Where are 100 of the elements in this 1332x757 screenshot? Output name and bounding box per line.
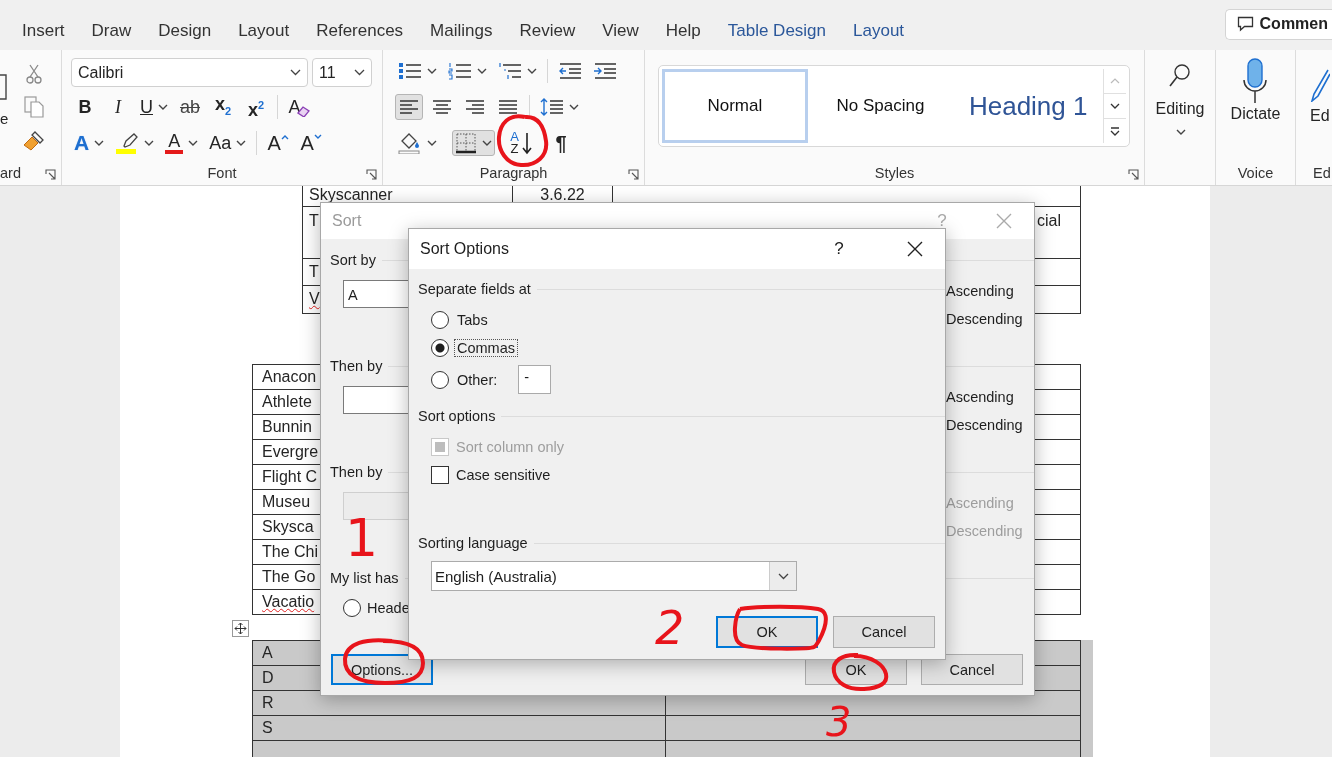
ribbon-tab[interactable]: View xyxy=(602,18,639,44)
radio-button[interactable] xyxy=(431,370,449,389)
editing-button[interactable]: Editing xyxy=(1155,50,1205,135)
cancel-button[interactable]: Cancel xyxy=(921,654,1023,685)
change-case-button[interactable]: Aa xyxy=(206,130,250,156)
table-cell: V xyxy=(309,289,320,307)
ok-button[interactable]: OK xyxy=(716,616,818,648)
cancel-button[interactable]: Cancel xyxy=(833,616,935,648)
comment-icon xyxy=(1236,16,1254,32)
ribbon-tab[interactable]: Layout xyxy=(238,18,290,44)
ribbon-tab[interactable]: Design xyxy=(158,18,212,44)
table-cell: T xyxy=(309,211,319,229)
move-handle-icon[interactable] xyxy=(232,619,249,637)
caret-icon xyxy=(427,68,437,74)
shrink-font-button[interactable]: A xyxy=(297,130,326,156)
search-icon xyxy=(1168,63,1192,89)
launcher-icon[interactable] xyxy=(45,169,56,180)
radio-button[interactable] xyxy=(431,339,449,357)
subscript-button[interactable]: x$_{2}$ xyxy=(209,94,237,120)
checkbox-label[interactable]: Case sensitive xyxy=(456,467,551,483)
up-caret-icon xyxy=(1110,78,1120,84)
table-cell: 3.6.22 xyxy=(540,186,585,203)
paste-label[interactable]: e xyxy=(0,110,9,127)
down-caret-icon xyxy=(1110,103,1120,109)
dialog-title: Sort Options xyxy=(420,240,509,258)
align-left-button[interactable] xyxy=(395,94,423,120)
bold-button[interactable]: B xyxy=(71,94,99,120)
underline-button[interactable]: U xyxy=(137,94,171,120)
grow-font-button[interactable]: A xyxy=(264,130,293,156)
ascending-option[interactable]: Ascending xyxy=(946,282,1034,300)
expand-icon xyxy=(1110,126,1120,136)
style-item[interactable]: Normal xyxy=(662,69,808,143)
caret-icon xyxy=(236,140,247,146)
other-separator-field[interactable]: - xyxy=(518,365,552,394)
descending-option[interactable]: Descending xyxy=(946,416,1034,434)
caret-icon xyxy=(1176,129,1186,135)
ribbon-tab[interactable]: Mailings xyxy=(430,18,493,44)
checkbox[interactable] xyxy=(431,466,449,484)
table-cell: Anacon xyxy=(262,367,317,385)
ribbon-tab[interactable]: Review xyxy=(519,18,576,44)
annotation-number: 2 xyxy=(655,605,685,651)
radio-label[interactable]: Other: xyxy=(454,370,501,389)
language-dropdown[interactable]: English (Australia) xyxy=(431,561,797,591)
table-cell: Bunnin xyxy=(262,417,312,435)
sort-button[interactable]: A Z xyxy=(507,130,535,156)
launcher-icon[interactable] xyxy=(628,169,639,180)
microphone-icon xyxy=(1241,58,1270,104)
table-cell: Evergre xyxy=(262,442,319,460)
superscript-button[interactable]: x$^{2}$ xyxy=(242,94,270,120)
font-color-button[interactable]: A xyxy=(162,130,202,156)
close-icon xyxy=(996,213,1012,229)
clear-formatting-button[interactable]: A xyxy=(285,94,313,120)
table-cell: T xyxy=(309,262,319,280)
caret-icon xyxy=(158,104,168,110)
style-item[interactable]: Heading 1 xyxy=(953,69,1104,143)
table-cell: Skysca xyxy=(262,517,314,535)
radio-label[interactable]: Tabs xyxy=(454,311,491,329)
format-painter-icon[interactable] xyxy=(23,130,45,152)
ribbon-tab[interactable]: Table Design xyxy=(727,18,826,44)
caret-icon xyxy=(569,104,579,110)
ribbon-tab[interactable]: Insert xyxy=(22,18,65,44)
italic-button[interactable]: I xyxy=(104,94,132,120)
borders-button[interactable] xyxy=(452,130,495,156)
justify-icon xyxy=(498,99,518,115)
style-item[interactable]: No Spacing xyxy=(807,69,954,143)
font-name-field[interactable]: Calibri xyxy=(71,58,308,87)
descending-option[interactable]: Descending xyxy=(946,310,1034,328)
editor-button[interactable]: Ed xyxy=(1310,50,1330,126)
radio-button[interactable] xyxy=(431,311,449,329)
caret-icon xyxy=(477,68,487,74)
caret-icon xyxy=(427,140,437,146)
ascending-option[interactable]: Ascending xyxy=(946,388,1034,406)
dialog-title: Sort xyxy=(332,212,362,230)
font-size-field[interactable]: 11 xyxy=(312,58,372,87)
ribbon-tab[interactable]: References xyxy=(316,18,404,44)
radio-label[interactable]: Commas xyxy=(454,339,518,357)
numbered-list-icon xyxy=(448,62,472,80)
down-arrow-icon xyxy=(521,131,532,155)
ribbon-tab[interactable]: Draw xyxy=(91,18,132,44)
dictate-button[interactable]: Dictate xyxy=(1230,50,1281,124)
show-marks-button[interactable]: ¶ xyxy=(547,130,575,156)
ribbon-tab[interactable]: Help xyxy=(665,18,701,44)
caret-icon xyxy=(482,140,492,146)
ribbon-tab[interactable]: Layout xyxy=(853,18,905,44)
text-effects-button[interactable]: A xyxy=(71,130,108,156)
launcher-icon[interactable] xyxy=(1128,169,1139,180)
group-label: ard xyxy=(0,165,21,181)
borders-icon xyxy=(455,132,477,154)
increase-indent-icon xyxy=(593,62,617,80)
radio-button[interactable] xyxy=(343,599,361,617)
help-button[interactable]: ? xyxy=(829,239,849,259)
comments-button[interactable]: Commen xyxy=(1224,8,1332,40)
scissors-icon[interactable] xyxy=(26,64,42,84)
launcher-icon[interactable] xyxy=(366,169,377,180)
group-label: Separate fields at xyxy=(418,281,531,297)
table-cell: Flight C xyxy=(262,467,318,485)
table-cell: D xyxy=(262,668,274,686)
strikethrough-button[interactable]: ab xyxy=(176,94,204,120)
multilevel-list-icon xyxy=(498,62,522,80)
radio-label[interactable]: Heade xyxy=(367,600,410,616)
